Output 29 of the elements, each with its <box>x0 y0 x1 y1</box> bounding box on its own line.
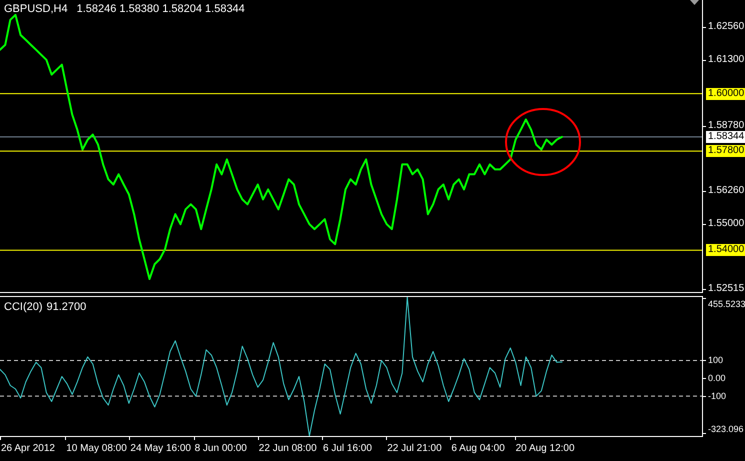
price-axis-label: 1.56260 <box>708 185 744 198</box>
time-axis-label: 20 Aug 12:00 <box>516 443 575 454</box>
level-price-tag: 1.57800 <box>706 145 745 158</box>
time-axis-label: 22 Jun 08:00 <box>258 443 317 454</box>
level-price-tag: 1.54000 <box>706 244 745 256</box>
cci-axis-label: 100 <box>708 354 724 366</box>
time-axis-label: 6 Jul 16:00 <box>323 443 372 454</box>
cci-axis-label: -100 <box>708 390 726 402</box>
level-price-tag: 1.60000 <box>706 88 745 100</box>
time-axis-label: 8 Jun 00:00 <box>194 443 247 454</box>
cci-axis-label: 0.00 <box>708 372 726 384</box>
time-axis-label: 24 May 16:00 <box>130 443 191 454</box>
current-price-tag: 1.58344 <box>706 130 745 143</box>
symbol-title: GBPUSD,H4 <box>4 3 68 15</box>
indicator-value: 91.2700 <box>46 301 86 313</box>
price-axis-label: 1.62560 <box>708 20 744 33</box>
time-axis-label: 26 Apr 2012 <box>1 443 55 454</box>
time-axis-label: 10 May 08:00 <box>66 443 127 454</box>
chart-shift-icon[interactable] <box>690 0 699 5</box>
cci-scale-max: 455.5233 <box>708 298 745 310</box>
cci-scale-min: -323.096 <box>708 423 744 435</box>
price-axis-label: 1.55000 <box>708 218 744 230</box>
price-axis-label: 1.52515 <box>708 282 744 295</box>
time-axis-label: 6 Aug 04:00 <box>451 443 505 454</box>
time-axis-label: 22 Jul 21:00 <box>387 443 442 454</box>
price-axis-label: 1.58780 <box>708 120 744 132</box>
price-axis-label: 1.61300 <box>708 54 744 66</box>
indicator-name: CCI(20) <box>4 301 43 313</box>
quote-values: 1.58246 1.58380 1.58204 1.58344 <box>76 3 245 15</box>
